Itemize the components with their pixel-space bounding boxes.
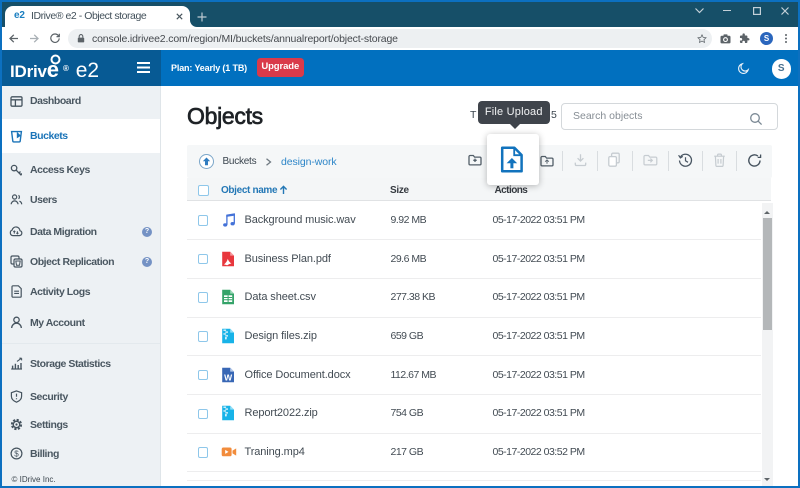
- svg-text:$: $: [14, 449, 19, 458]
- svg-text:W: W: [224, 372, 233, 382]
